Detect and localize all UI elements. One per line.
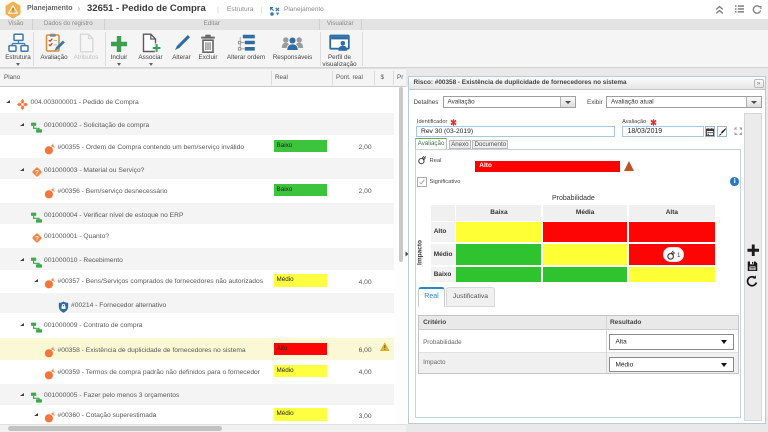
svg-text:?: ? [35,235,39,242]
svg-text:?: ? [35,169,39,176]
